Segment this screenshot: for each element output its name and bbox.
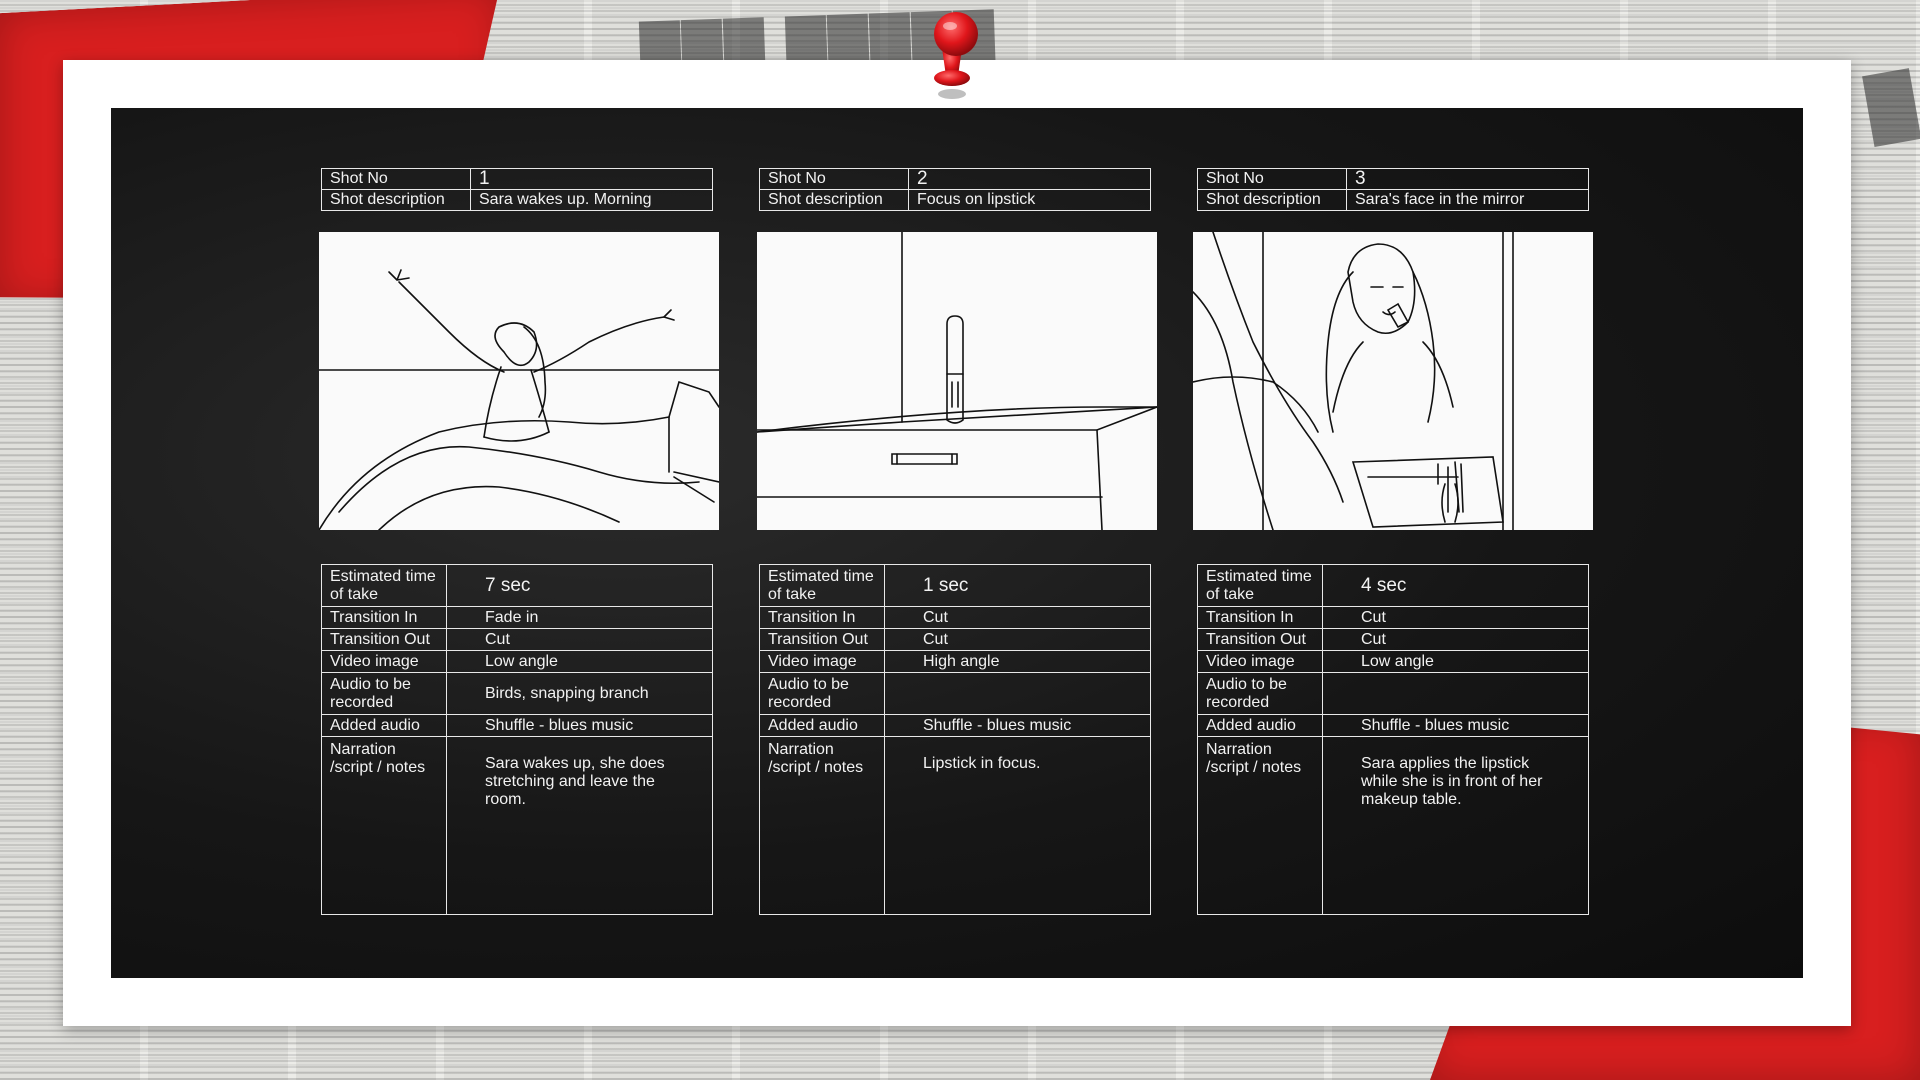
transition-out-label: Transition Out: [321, 628, 447, 651]
audio-recorded-label: Audio to be recorded: [1197, 672, 1323, 715]
shot-number: 1: [470, 168, 713, 190]
transition-out-value: Cut: [1322, 628, 1589, 651]
push-pin-icon: [912, 6, 992, 106]
shot-description-label: Shot description: [1197, 189, 1347, 211]
video-image-value: High angle: [884, 650, 1151, 673]
estimated-time-value: 4 sec: [1322, 564, 1589, 607]
added-audio-value: Shuffle - blues music: [446, 714, 713, 737]
video-image-value: Low angle: [1322, 650, 1589, 673]
audio-recorded-value: [1322, 672, 1589, 715]
added-audio-label: Added audio: [759, 714, 885, 737]
shot-3-sketch: [1193, 232, 1593, 530]
transition-in-value: Fade in: [446, 606, 713, 629]
added-audio-label: Added audio: [321, 714, 447, 737]
estimated-time-label: Estimated time of take: [1197, 564, 1323, 607]
transition-out-value: Cut: [446, 628, 713, 651]
added-audio-value: Shuffle - blues music: [884, 714, 1151, 737]
narration-value: Sara wakes up, she does stretching and l…: [446, 736, 713, 915]
audio-recorded-value: Birds, snapping branch: [446, 672, 713, 715]
shot-no-label: Shot No: [321, 168, 471, 190]
estimated-time-label: Estimated time of take: [759, 564, 885, 607]
shot-2-details-table: Estimated time of take 1 sec Transition …: [759, 564, 1151, 915]
added-audio-value: Shuffle - blues music: [1322, 714, 1589, 737]
audio-recorded-label: Audio to be recorded: [321, 672, 447, 715]
added-audio-label: Added audio: [1197, 714, 1323, 737]
narration-label: Narration /script / notes: [759, 736, 885, 915]
transition-in-value: Cut: [1322, 606, 1589, 629]
transition-in-label: Transition In: [759, 606, 885, 629]
shot-description: Sara's face in the mirror: [1346, 189, 1589, 211]
narration-label: Narration /script / notes: [1197, 736, 1323, 915]
estimated-time-value: 1 sec: [884, 564, 1151, 607]
shot-description: Sara wakes up. Morning: [470, 189, 713, 211]
video-image-label: Video image: [759, 650, 885, 673]
shot-description-label: Shot description: [321, 189, 471, 211]
narration-label: Narration /script / notes: [321, 736, 447, 915]
shot-3-header-table: Shot No 3 Shot description Sara's face i…: [1197, 168, 1589, 211]
shot-no-label: Shot No: [1197, 168, 1347, 190]
transition-in-label: Transition In: [1197, 606, 1323, 629]
shot-1-sketch: [319, 232, 719, 530]
narration-value: Sara applies the lipstick while she is i…: [1322, 736, 1589, 915]
estimated-time-label: Estimated time of take: [321, 564, 447, 607]
transition-in-label: Transition In: [321, 606, 447, 629]
shot-2-header-table: Shot No 2 Shot description Focus on lips…: [759, 168, 1151, 211]
shot-2-sketch: [757, 232, 1157, 530]
shot-description: Focus on lipstick: [908, 189, 1151, 211]
transition-out-value: Cut: [884, 628, 1151, 651]
transition-in-value: Cut: [884, 606, 1151, 629]
shot-1-details-table: Estimated time of take 7 sec Transition …: [321, 564, 713, 915]
video-image-value: Low angle: [446, 650, 713, 673]
narration-value: Lipstick in focus.: [884, 736, 1151, 915]
storyboard-board: Shot No 1 Shot description Sara wakes up…: [111, 108, 1803, 978]
video-image-label: Video image: [1197, 650, 1323, 673]
shot-number: 2: [908, 168, 1151, 190]
shot-number: 3: [1346, 168, 1589, 190]
video-image-label: Video image: [321, 650, 447, 673]
shot-no-label: Shot No: [759, 168, 909, 190]
estimated-time-value: 7 sec: [446, 564, 713, 607]
audio-recorded-value: [884, 672, 1151, 715]
transition-out-label: Transition Out: [759, 628, 885, 651]
shot-3-details-table: Estimated time of take 4 sec Transition …: [1197, 564, 1589, 915]
shot-description-label: Shot description: [759, 189, 909, 211]
shot-1-header-table: Shot No 1 Shot description Sara wakes up…: [321, 168, 713, 211]
audio-recorded-label: Audio to be recorded: [759, 672, 885, 715]
transition-out-label: Transition Out: [1197, 628, 1323, 651]
